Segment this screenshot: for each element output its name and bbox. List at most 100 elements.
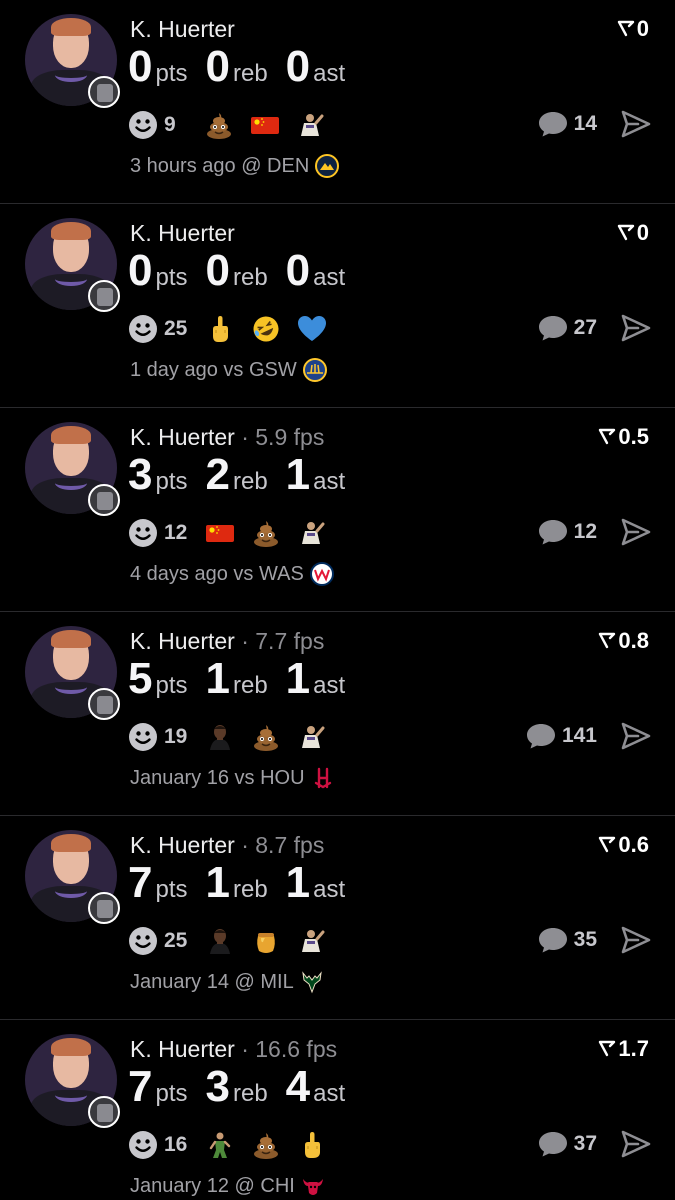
game-info[interactable]: January 14 @ MIL bbox=[130, 970, 324, 994]
player-name-line[interactable]: K. Huerter bbox=[130, 16, 235, 43]
rebounds-label: reb bbox=[232, 672, 268, 699]
player-name: K. Huerter bbox=[130, 628, 235, 654]
rebounds-label: reb bbox=[232, 876, 268, 903]
player-face-emoji[interactable] bbox=[205, 926, 235, 956]
trend-value: 0 bbox=[636, 220, 649, 245]
china-flag-emoji[interactable] bbox=[205, 518, 235, 548]
comments-button[interactable]: 14 bbox=[538, 110, 597, 138]
reactions-bar[interactable]: 25 bbox=[128, 924, 343, 958]
comments-button[interactable]: 141 bbox=[526, 722, 597, 750]
player-name: K. Huerter bbox=[130, 1036, 235, 1062]
comment-count: 35 bbox=[573, 928, 597, 951]
assists-label: ast bbox=[313, 60, 346, 87]
player-card[interactable]: K. Huerter · 8.7 fps 0.6 7 pts 1 reb 1 ast 25 bbox=[0, 816, 675, 1020]
stat-line: 0 pts 0 reb 0 ast bbox=[128, 246, 363, 296]
player-card[interactable]: K. Huerter 0 0 pts 0 reb 0 ast 25 27 1 d… bbox=[0, 204, 675, 408]
houston-rockets-logo bbox=[311, 766, 335, 790]
reaction-count: 9 bbox=[164, 113, 176, 136]
stat-line: 7 pts 1 reb 1 ast bbox=[128, 858, 363, 908]
player-name: K. Huerter bbox=[130, 220, 235, 246]
assists-value: 1 bbox=[285, 450, 311, 499]
share-send-icon[interactable] bbox=[621, 518, 651, 546]
game-text: 1 day ago vs GSW bbox=[130, 358, 297, 381]
assists-label: ast bbox=[313, 876, 346, 903]
game-info[interactable]: 1 day ago vs GSW bbox=[130, 358, 327, 382]
player-card[interactable]: K. Huerter · 7.7 fps 0.8 5 pts 1 reb 1 ast 19 bbox=[0, 612, 675, 816]
share-send-icon[interactable] bbox=[621, 1130, 651, 1158]
middle-finger-emoji[interactable] bbox=[205, 314, 235, 344]
player-photo-emoji[interactable] bbox=[297, 926, 327, 956]
game-info[interactable]: 3 hours ago @ DEN bbox=[130, 154, 340, 178]
trend-score: 0 bbox=[617, 220, 649, 246]
poop-emoji[interactable] bbox=[251, 518, 281, 548]
game-info[interactable]: January 16 vs HOU bbox=[130, 766, 335, 790]
assists-label: ast bbox=[313, 1080, 346, 1107]
player-name: K. Huerter bbox=[130, 832, 235, 858]
smiley-reaction-icon[interactable] bbox=[128, 1130, 158, 1160]
player-card[interactable]: K. Huerter · 16.6 fps 1.7 7 pts 3 reb 4 ast 1… bbox=[0, 1020, 675, 1200]
share-send-icon[interactable] bbox=[621, 722, 651, 750]
smiley-reaction-icon[interactable] bbox=[128, 314, 158, 344]
points-label: pts bbox=[155, 1080, 188, 1107]
comments-button[interactable]: 27 bbox=[538, 314, 597, 342]
fantasy-points-per-second: · 7.7 fps bbox=[234, 628, 325, 654]
player-face-emoji[interactable] bbox=[205, 722, 235, 752]
denver-nuggets-logo bbox=[315, 154, 340, 178]
player-photo-emoji[interactable] bbox=[296, 110, 326, 140]
comments-button[interactable]: 12 bbox=[538, 518, 597, 546]
fantasy-points-per-second: · 16.6 fps bbox=[234, 1036, 338, 1062]
smiley-reaction-icon[interactable] bbox=[128, 926, 158, 956]
player-photo-emoji[interactable] bbox=[297, 518, 327, 548]
reactions-bar[interactable]: 16 bbox=[128, 1128, 343, 1162]
game-info[interactable]: January 12 @ CHI bbox=[130, 1174, 325, 1198]
reactions-bar[interactable]: 25 bbox=[128, 312, 343, 346]
smiley-reaction-icon[interactable] bbox=[128, 722, 158, 752]
team-badge-icon bbox=[88, 688, 120, 720]
smiley-reaction-icon[interactable] bbox=[128, 110, 158, 140]
rebounds-value: 0 bbox=[205, 246, 230, 295]
rebounds-label: reb bbox=[232, 468, 268, 495]
poop-emoji[interactable] bbox=[251, 1130, 281, 1160]
player-name-line[interactable]: K. Huerter · 5.9 fps bbox=[130, 424, 324, 451]
rebounds-label: reb bbox=[232, 264, 268, 291]
player-photo-emoji[interactable] bbox=[297, 722, 327, 752]
smiley-reaction-icon[interactable] bbox=[128, 518, 158, 548]
assists-value: 0 bbox=[285, 42, 311, 91]
comments-button[interactable]: 37 bbox=[538, 1130, 597, 1158]
blue-heart-emoji[interactable] bbox=[297, 314, 327, 344]
reactions-bar[interactable]: 9 bbox=[128, 108, 342, 142]
share-send-icon[interactable] bbox=[621, 926, 651, 954]
middle-finger-emoji[interactable] bbox=[297, 1130, 327, 1160]
trend-value: 0.8 bbox=[618, 628, 649, 653]
player-card[interactable]: K. Huerter · 5.9 fps 0.5 3 pts 2 reb 1 ast 12 bbox=[0, 408, 675, 612]
player-card[interactable]: K. Huerter 0 0 pts 0 reb 0 ast 9 14 3 ho… bbox=[0, 0, 675, 204]
assists-value: 1 bbox=[285, 654, 311, 703]
reactions-bar[interactable]: 12 bbox=[128, 516, 343, 550]
player-name-line[interactable]: K. Huerter · 16.6 fps bbox=[130, 1036, 337, 1063]
rolling-laughing-emoji[interactable] bbox=[251, 314, 281, 344]
share-send-icon[interactable] bbox=[621, 314, 651, 342]
share-send-icon[interactable] bbox=[621, 110, 651, 138]
fantasy-points-per-second: · 8.7 fps bbox=[234, 832, 325, 858]
comment-bubble-icon bbox=[538, 928, 567, 953]
comments-button[interactable]: 35 bbox=[538, 926, 597, 954]
points-value: 5 bbox=[128, 654, 153, 703]
points-label: pts bbox=[155, 672, 188, 699]
poop-emoji[interactable] bbox=[204, 110, 234, 140]
china-flag-emoji[interactable] bbox=[250, 110, 280, 140]
trend-arrow-icon bbox=[599, 632, 616, 649]
assists-label: ast bbox=[313, 264, 346, 291]
player-name-line[interactable]: K. Huerter · 8.7 fps bbox=[130, 832, 324, 859]
player-name-line[interactable]: K. Huerter bbox=[130, 220, 235, 247]
green-figure-emoji[interactable] bbox=[205, 1130, 235, 1160]
honey-pot-emoji[interactable] bbox=[251, 926, 281, 956]
game-info[interactable]: 4 days ago vs WAS bbox=[130, 562, 334, 586]
reactions-bar[interactable]: 19 bbox=[128, 720, 343, 754]
poop-emoji[interactable] bbox=[251, 722, 281, 752]
comment-bubble-icon bbox=[538, 316, 567, 341]
assists-value: 0 bbox=[285, 246, 311, 295]
assists-label: ast bbox=[313, 672, 346, 699]
trend-arrow-icon bbox=[617, 20, 634, 37]
stat-line: 7 pts 3 reb 4 ast bbox=[128, 1062, 363, 1112]
player-name-line[interactable]: K. Huerter · 7.7 fps bbox=[130, 628, 324, 655]
